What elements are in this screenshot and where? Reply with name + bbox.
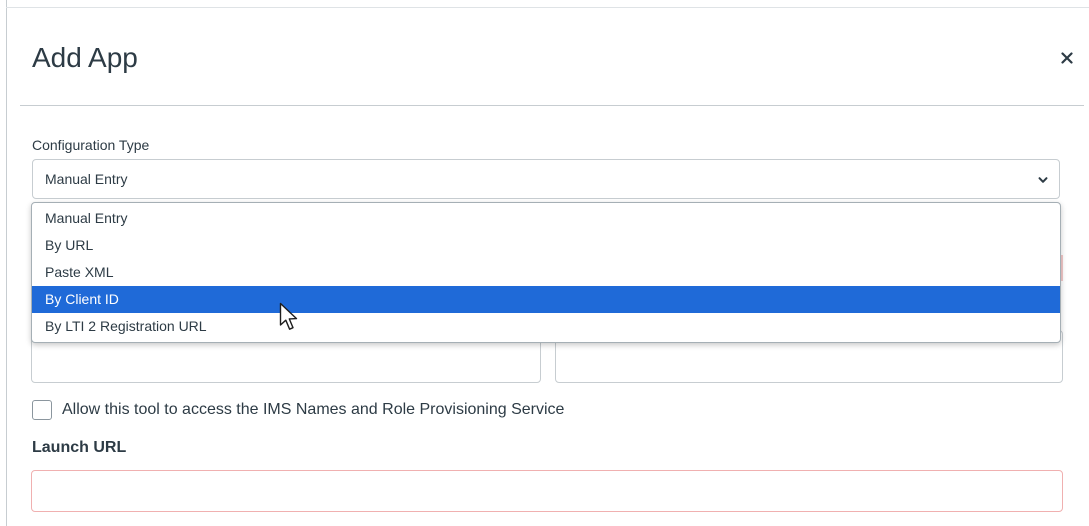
option-by-url[interactable]: By URL: [32, 232, 1060, 259]
chevron-down-icon: [1038, 177, 1048, 183]
option-by-lti2-registration-url[interactable]: By LTI 2 Registration URL: [32, 313, 1060, 340]
launch-url-label: Launch URL: [32, 439, 127, 456]
configuration-type-options: Manual Entry By URL Paste XML By Client …: [31, 202, 1061, 343]
launch-url-input[interactable]: [31, 470, 1063, 512]
modal-top-edge: [6, 7, 1089, 8]
required-field-border: [1061, 255, 1063, 281]
mouse-pointer-icon: [279, 302, 298, 330]
modal-title: Add App: [32, 42, 138, 73]
add-app-modal: Add App Configuration Type Manual Entry …: [0, 0, 1089, 526]
header-divider: [20, 105, 1084, 106]
option-manual-entry[interactable]: Manual Entry: [32, 205, 1060, 232]
configuration-type-value: Manual Entry: [45, 171, 128, 187]
ims-names-checkbox[interactable]: [32, 400, 52, 420]
option-by-client-id[interactable]: By Client ID: [32, 286, 1060, 313]
close-icon: [1061, 52, 1073, 64]
option-paste-xml[interactable]: Paste XML: [32, 259, 1060, 286]
close-button[interactable]: [1054, 45, 1080, 71]
modal-left-edge: [6, 0, 7, 526]
configuration-type-select[interactable]: Manual Entry: [32, 159, 1060, 199]
configuration-type-label: Configuration Type: [32, 137, 150, 153]
ims-names-checkbox-label: Allow this tool to access the IMS Names …: [62, 401, 565, 418]
